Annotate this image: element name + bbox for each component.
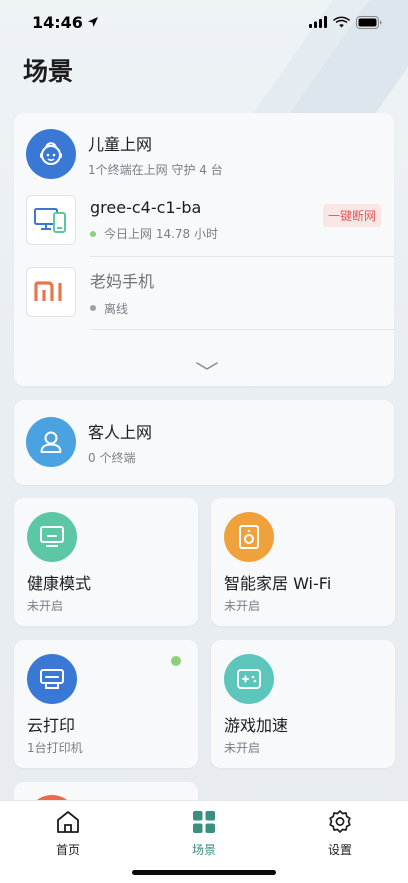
tab-home[interactable]: 首页: [28, 809, 108, 858]
chevron-down-icon[interactable]: [196, 361, 218, 371]
battery-icon: [356, 15, 382, 29]
tile-title: 云打印: [27, 716, 76, 735]
status-time-text: 14:46: [32, 12, 83, 32]
status-dot: [171, 656, 181, 666]
home-indicator: [132, 870, 276, 875]
divider: [90, 256, 394, 257]
tile-subtitle: 未开启: [224, 599, 261, 613]
tile-title: 游戏加速: [224, 716, 289, 735]
health-mode-tile[interactable]: 健康模式 未开启: [14, 498, 198, 626]
gamepad-icon: [224, 654, 274, 704]
home-icon: [57, 811, 79, 833]
kid-face-icon: [26, 129, 76, 179]
kids-internet-card[interactable]: 儿童上网 1个终端在上网 守护 4 台 gree-c4-c1-ba 今日上网 1…: [14, 113, 394, 386]
printer-icon: [27, 654, 77, 704]
guest-subtitle: 0 个终端: [88, 450, 136, 465]
device-status: 离线: [90, 300, 154, 317]
grid-icon: [193, 811, 215, 833]
location-arrow-icon: [87, 17, 98, 27]
game-boost-tile[interactable]: 游戏加速 未开启: [211, 640, 395, 768]
mi-logo-icon: [26, 267, 76, 317]
user-icon: [26, 417, 76, 467]
tab-label: 场景: [191, 843, 216, 857]
online-dot: [90, 230, 96, 237]
monitor-icon: [27, 512, 77, 562]
tile-title: 智能家居 Wi-Fi: [224, 574, 332, 593]
device-name: 老妈手机: [90, 271, 155, 291]
tile-subtitle: 未开启: [224, 741, 261, 755]
wifi-icon: [333, 16, 350, 28]
device-status-text: 今日上网 14.78 小时: [104, 227, 218, 241]
device-status: 今日上网 14.78 小时: [90, 225, 218, 242]
device-name: gree-c4-c1-ba: [90, 198, 202, 217]
gear-icon: [329, 810, 351, 833]
tab-bar: 首页 场景 设置: [0, 800, 408, 883]
signal-icon: [309, 16, 327, 28]
guest-title: 客人上网: [88, 422, 153, 442]
status-bar: 14:46: [0, 0, 408, 44]
tab-scenes[interactable]: 场景: [164, 809, 244, 858]
device-computer-icon: [26, 195, 76, 245]
device-row[interactable]: 老妈手机 离线: [26, 261, 394, 323]
cloud-print-tile[interactable]: 云打印 1台打印机: [14, 640, 198, 768]
tile-title: 健康模式: [27, 574, 92, 593]
kids-subtitle: 1个终端在上网 守护 4 台: [88, 162, 223, 177]
divider: [90, 329, 394, 330]
tab-settings[interactable]: 设置: [300, 809, 380, 858]
disconnect-button[interactable]: 一键断网: [322, 204, 381, 227]
speaker-icon: [224, 512, 274, 562]
tab-label: 设置: [327, 843, 352, 857]
tile-subtitle: 1台打印机: [27, 741, 83, 755]
tile-subtitle: 未开启: [27, 599, 64, 613]
smart-home-wifi-tile[interactable]: 智能家居 Wi-Fi 未开启: [211, 498, 395, 626]
status-time: 14:46: [32, 13, 99, 32]
device-status-text: 离线: [104, 301, 129, 316]
device-row[interactable]: gree-c4-c1-ba 今日上网 14.78 小时 一键断网: [26, 189, 394, 251]
tab-label: 首页: [55, 843, 80, 857]
kids-header[interactable]: 儿童上网 1个终端在上网 守护 4 台: [26, 129, 223, 179]
kids-title: 儿童上网: [88, 134, 153, 154]
guest-internet-card[interactable]: 客人上网 0 个终端: [14, 400, 394, 485]
page-title: 场景: [23, 57, 74, 86]
offline-dot: [90, 305, 96, 311]
